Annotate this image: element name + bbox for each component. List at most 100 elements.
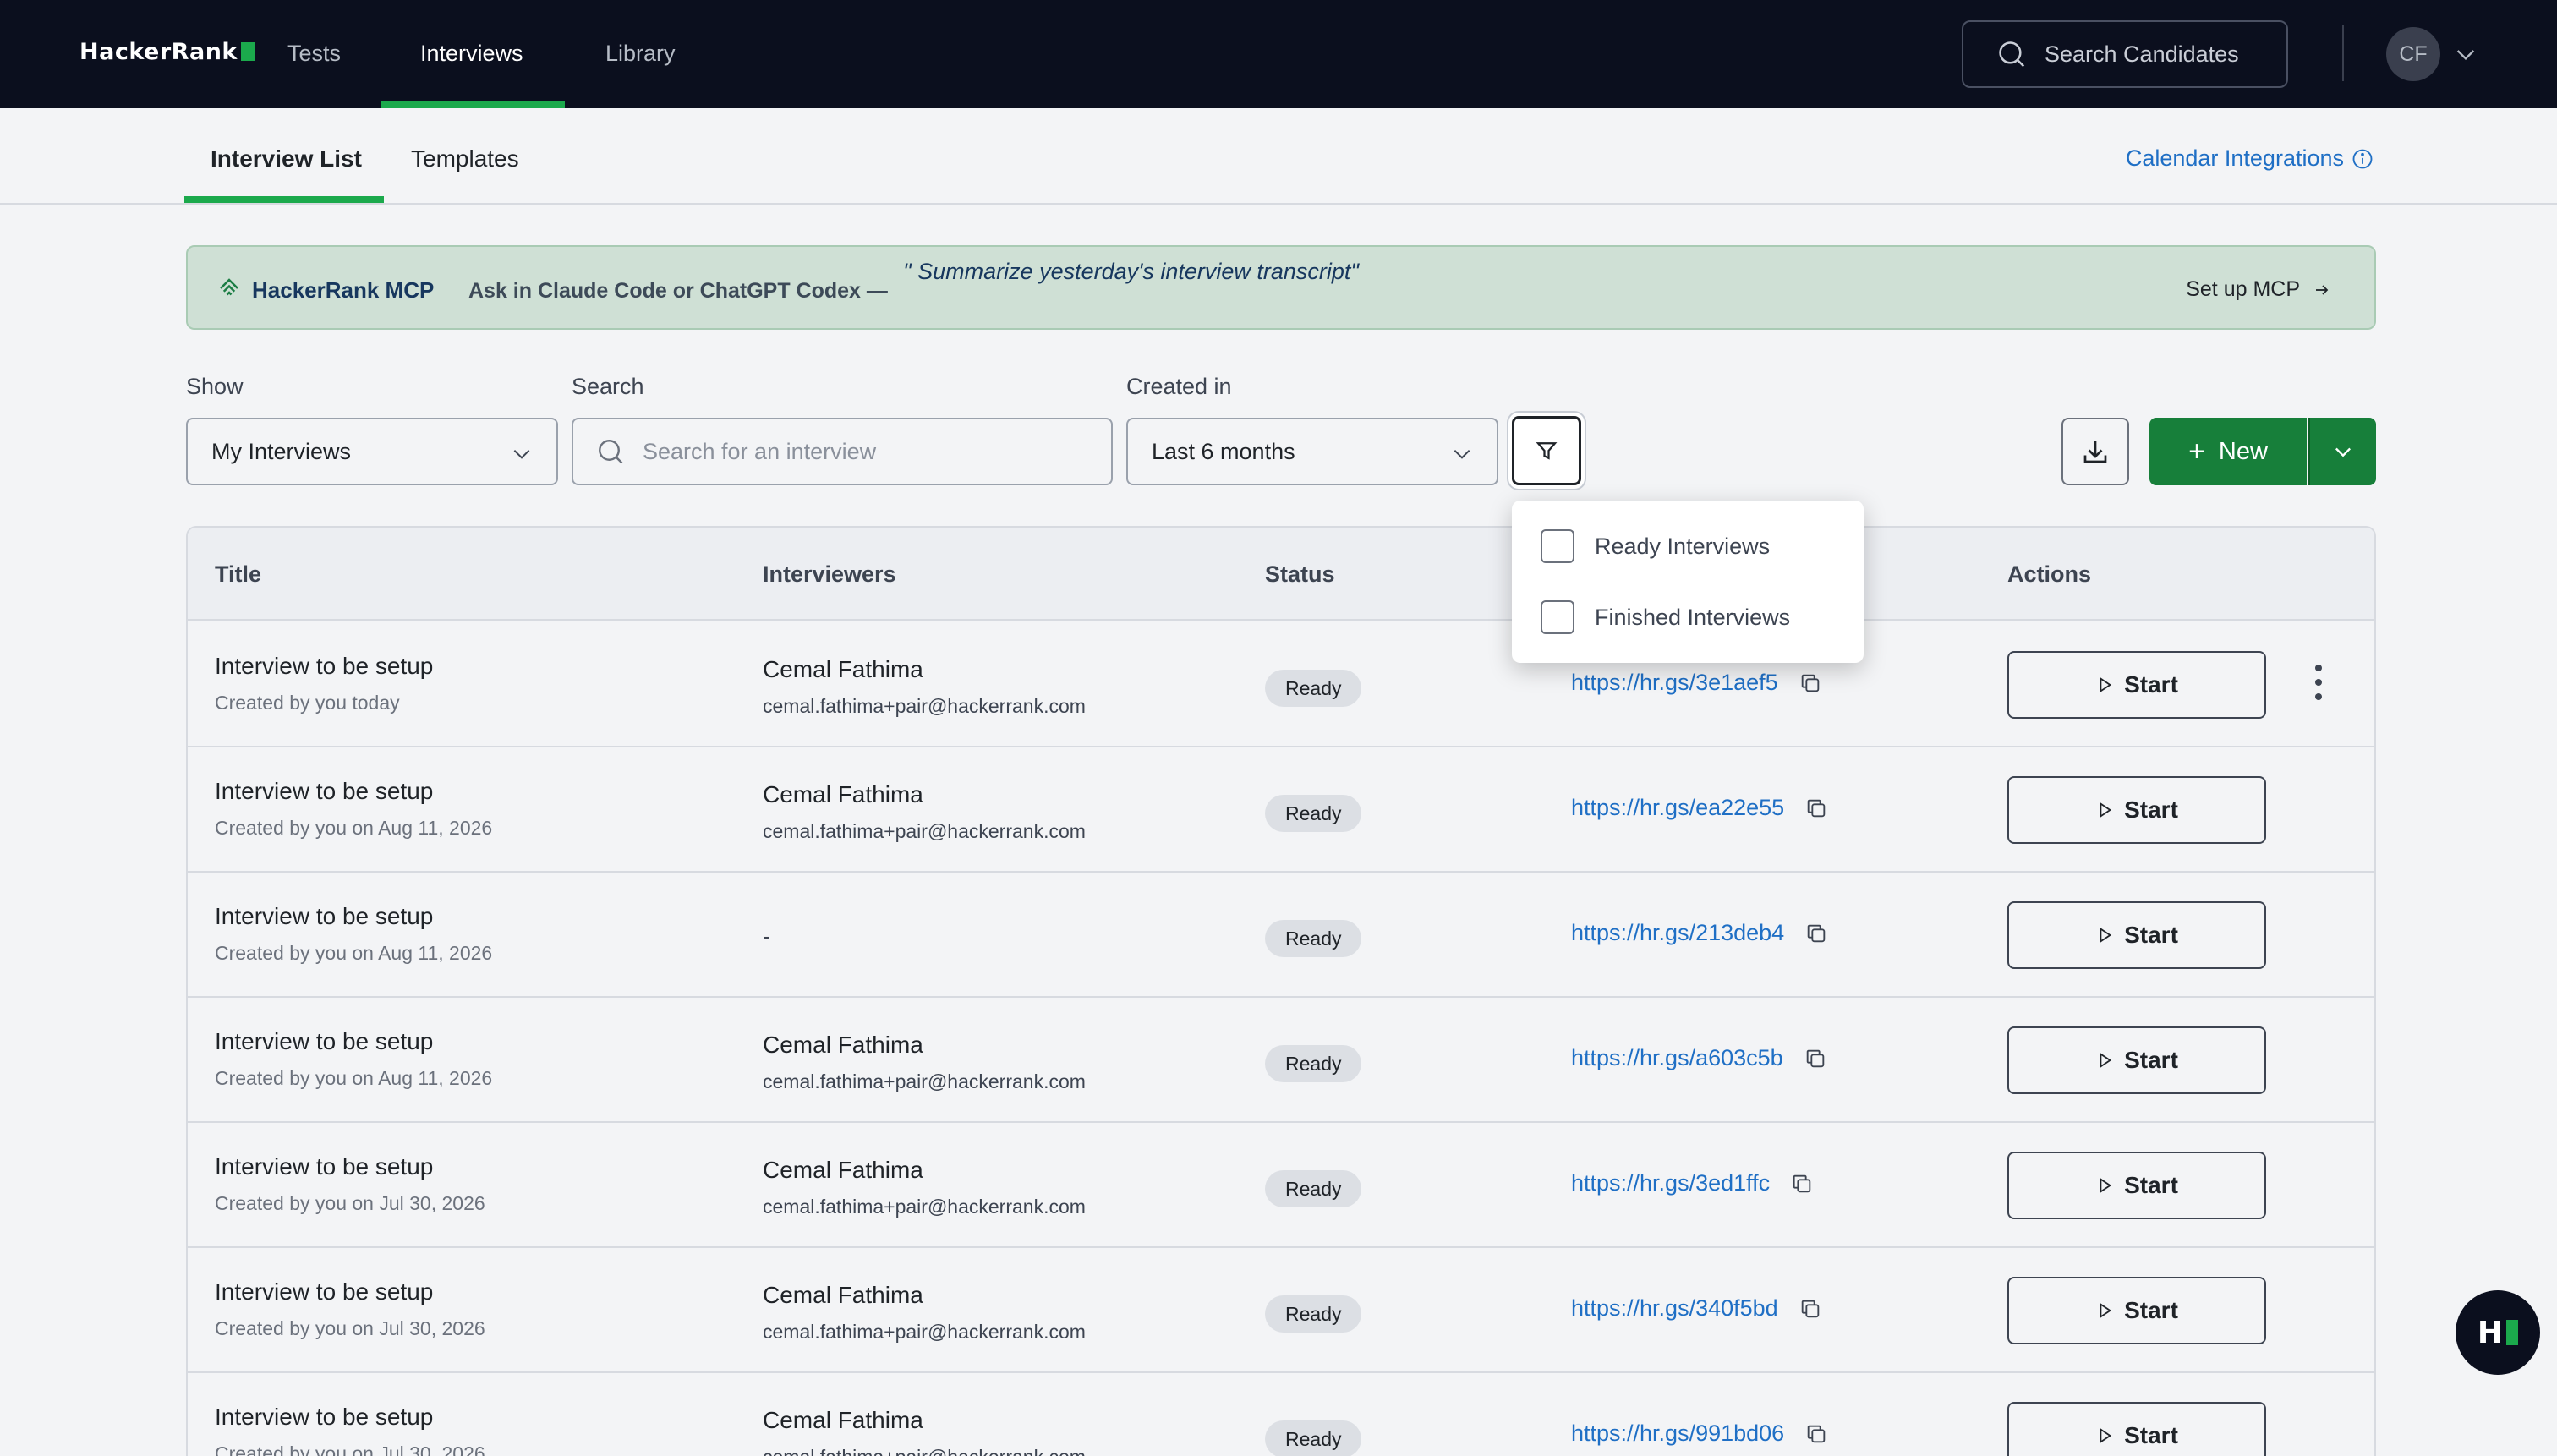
nav-tests[interactable]: Tests — [287, 41, 341, 67]
help-chat-label: H — [2477, 1315, 2504, 1350]
search-icon — [1999, 41, 2025, 68]
row-link-text[interactable]: https://hr.gs/991bd06 — [1571, 1420, 1784, 1447]
filter-option-ready[interactable]: Ready Interviews — [1541, 529, 1770, 563]
header-title: Title — [215, 561, 262, 587]
avatar[interactable]: CF — [2386, 27, 2440, 81]
row-title[interactable]: Interview to be setup — [215, 1028, 433, 1055]
nav-library[interactable]: Library — [605, 41, 676, 67]
row-link-text[interactable]: https://hr.gs/3ed1ffc — [1571, 1170, 1770, 1196]
play-icon — [2100, 1427, 2112, 1444]
setup-mcp-link[interactable]: Set up MCP — [2186, 277, 2332, 302]
download-button[interactable] — [2061, 418, 2129, 485]
start-button[interactable]: Start — [2007, 1026, 2266, 1094]
finished-checkbox[interactable] — [1541, 600, 1574, 634]
chevron-down-icon — [1454, 449, 1470, 459]
row-created: Created by you on Jul 30, 2026 — [215, 1317, 485, 1339]
filter-option-label: Finished Interviews — [1595, 604, 1791, 630]
start-button[interactable]: Start — [2007, 1277, 2266, 1344]
copy-icon[interactable] — [1804, 922, 1828, 945]
status-badge: Ready — [1265, 1420, 1362, 1456]
more-options-icon[interactable] — [2310, 665, 2327, 708]
calendar-integrations-link[interactable]: Calendar Integrations — [2126, 145, 2374, 172]
hackerrank-logo[interactable]: HackerRank — [79, 39, 255, 65]
nav-active-indicator — [381, 101, 565, 108]
created-in-select[interactable]: Last 6 months — [1126, 418, 1498, 485]
row-link[interactable]: https://hr.gs/340f5bd — [1571, 1295, 1822, 1322]
table-row[interactable]: Interview to be setup Created by you on … — [188, 1373, 2374, 1456]
row-link[interactable]: https://hr.gs/3e1aef5 — [1571, 670, 1822, 696]
sub-nav: Interview List Templates Calendar Integr… — [0, 108, 2557, 205]
start-label: Start — [2124, 922, 2178, 948]
row-interviewer-name: Cemal Fathima — [763, 1157, 923, 1183]
row-link-text[interactable]: https://hr.gs/213deb4 — [1571, 920, 1784, 946]
search-icon — [599, 440, 623, 464]
row-link[interactable]: https://hr.gs/213deb4 — [1571, 920, 1828, 946]
status-badge: Ready — [1265, 1295, 1362, 1333]
chevron-down-icon[interactable] — [2452, 41, 2479, 68]
row-title[interactable]: Interview to be setup — [215, 1153, 433, 1180]
table-row[interactable]: Interview to be setup Created by you on … — [188, 747, 2374, 873]
top-nav: HackerRank Tests Interviews Library Sear… — [0, 0, 2557, 108]
row-link-text[interactable]: https://hr.gs/a603c5b — [1571, 1045, 1783, 1071]
copy-icon[interactable] — [1799, 1297, 1822, 1321]
row-interviewer-name: Cemal Fathima — [763, 656, 923, 682]
start-button[interactable]: Start — [2007, 1152, 2266, 1219]
start-button[interactable]: Start — [2007, 1402, 2266, 1456]
copy-icon[interactable] — [1799, 671, 1822, 695]
filter-option-label: Ready Interviews — [1595, 533, 1771, 559]
tab-interview-list[interactable]: Interview List — [211, 145, 362, 172]
row-title[interactable]: Interview to be setup — [215, 778, 433, 805]
row-title[interactable]: Interview to be setup — [215, 1278, 433, 1305]
row-title[interactable]: Interview to be setup — [215, 903, 433, 930]
help-chat-button[interactable]: H — [2456, 1290, 2540, 1375]
start-button[interactable]: Start — [2007, 776, 2266, 844]
table-header: Title Interviewers Status Actions — [188, 528, 2374, 621]
table-row[interactable]: Interview to be setup Created by you tod… — [188, 622, 2374, 747]
row-link-text[interactable]: https://hr.gs/3e1aef5 — [1571, 670, 1778, 696]
new-interview-button[interactable]: + New — [2149, 418, 2307, 485]
table-row[interactable]: Interview to be setup Created by you on … — [188, 1123, 2374, 1248]
table-row[interactable]: Interview to be setup Created by you on … — [188, 998, 2374, 1123]
filter-option-finished[interactable]: Finished Interviews — [1541, 600, 1790, 634]
row-link[interactable]: https://hr.gs/3ed1ffc — [1571, 1170, 1814, 1196]
row-title[interactable]: Interview to be setup — [215, 653, 433, 680]
row-title[interactable]: Interview to be setup — [215, 1404, 433, 1431]
row-link[interactable]: https://hr.gs/a603c5b — [1571, 1045, 1827, 1071]
status-badge: Ready — [1265, 670, 1362, 707]
start-button[interactable]: Start — [2007, 901, 2266, 969]
copy-icon[interactable] — [1790, 1172, 1814, 1196]
row-interviewer-email: cemal.fathima+pair@hackerrank.com — [763, 1196, 1086, 1218]
row-link-text[interactable]: https://hr.gs/340f5bd — [1571, 1295, 1778, 1322]
search-candidates-button[interactable]: Search Candidates — [1962, 20, 2288, 88]
tab-templates[interactable]: Templates — [411, 145, 519, 172]
row-link[interactable]: https://hr.gs/ea22e55 — [1571, 795, 1828, 821]
copy-icon[interactable] — [1804, 796, 1828, 820]
table-row[interactable]: Interview to be setup Created by you on … — [188, 873, 2374, 998]
filter-button[interactable] — [1512, 416, 1581, 485]
new-options-button[interactable] — [2308, 418, 2376, 485]
logo-mark-icon — [240, 42, 255, 61]
row-interviewer-name: Cemal Fathima — [763, 1032, 923, 1058]
download-icon — [2083, 441, 2107, 463]
row-interviewer-name: Cemal Fathima — [763, 1407, 923, 1433]
nav-interviews[interactable]: Interviews — [420, 41, 523, 67]
ready-checkbox[interactable] — [1541, 529, 1574, 563]
calendar-integrations-label: Calendar Integrations — [2125, 145, 2344, 171]
start-label: Start — [2124, 671, 2178, 698]
start-button[interactable]: Start — [2007, 651, 2266, 719]
row-interviewer-email: cemal.fathima+pair@hackerrank.com — [763, 1070, 1086, 1092]
mcp-banner: HackerRank MCP Ask in Claude Code or Cha… — [186, 245, 2376, 330]
show-select[interactable]: My Interviews — [186, 418, 558, 485]
row-interviewer-email: cemal.fathima+pair@hackerrank.com — [763, 820, 1086, 842]
row-link-text[interactable]: https://hr.gs/ea22e55 — [1571, 795, 1784, 821]
copy-icon[interactable] — [1804, 1422, 1828, 1446]
row-link[interactable]: https://hr.gs/991bd06 — [1571, 1420, 1828, 1447]
header-interviewers: Interviewers — [763, 561, 896, 587]
play-icon — [2100, 1302, 2112, 1319]
interview-search-input[interactable]: Search for an interview — [572, 418, 1113, 485]
play-icon — [2100, 927, 2112, 944]
copy-icon[interactable] — [1804, 1047, 1827, 1070]
row-created: Created by you on Jul 30, 2026 — [215, 1442, 485, 1456]
start-label: Start — [2124, 1172, 2178, 1198]
table-row[interactable]: Interview to be setup Created by you on … — [188, 1248, 2374, 1373]
